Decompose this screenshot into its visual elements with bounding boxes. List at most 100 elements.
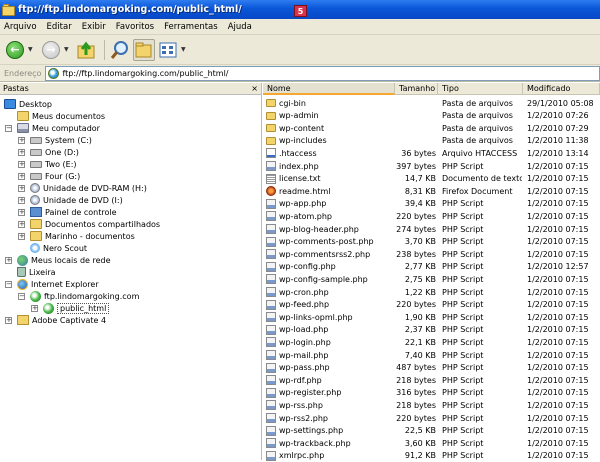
table-row[interactable]: wp-rss.php 218 bytes PHP Script 1/2/2010 07… xyxy=(263,399,600,411)
expand-toggle[interactable]: + xyxy=(5,317,12,324)
table-row[interactable]: wp-app.php 39,4 KB PHP Script 1/2/2010 07:1… xyxy=(263,198,600,210)
menu-favoritos[interactable]: Favoritos xyxy=(116,22,154,32)
table-row[interactable]: wp-content Pasta de arquivos 1/2/2010 07:2… xyxy=(263,122,600,134)
table-row[interactable]: wp-load.php 2,37 KB PHP Script 1/2/2010 07:… xyxy=(263,324,600,336)
file-name: wp-login.php xyxy=(279,337,331,347)
table-row[interactable]: .htaccess 36 bytes Arquivo HTACCESS 1/2/201… xyxy=(263,147,600,159)
tree-item-internet-explorer[interactable]: Internet Explorer xyxy=(17,278,99,290)
table-row[interactable]: wp-login.php 22,1 KB PHP Script 1/2/2010 07… xyxy=(263,336,600,348)
tree-item-nero-scout[interactable]: Nero Scout xyxy=(30,242,87,254)
tree-item-dvd-i[interactable]: Unidade de DVD (I:) xyxy=(30,194,123,206)
tree-item-system-c[interactable]: System (C:) xyxy=(30,134,92,146)
file-type: PHP Script xyxy=(442,262,484,272)
collapse-toggle[interactable]: − xyxy=(5,125,12,132)
menu-ferramentas[interactable]: Ferramentas xyxy=(164,22,218,32)
expand-toggle[interactable]: + xyxy=(18,149,25,156)
expand-toggle[interactable]: + xyxy=(18,137,25,144)
table-row[interactable]: license.txt 14,7 KB Documento de texto 1/2/… xyxy=(263,173,600,185)
table-row[interactable]: wp-config.php 2,77 KB PHP Script 1/2/2010 1… xyxy=(263,261,600,273)
views-button[interactable] xyxy=(157,39,179,61)
forward-button[interactable]: → xyxy=(40,39,62,61)
close-icon[interactable]: × xyxy=(251,84,258,93)
table-row[interactable]: wp-mail.php 7,40 KB PHP Script 1/2/2010 07:… xyxy=(263,349,600,361)
expand-toggle[interactable]: + xyxy=(18,185,25,192)
expand-toggle[interactable]: + xyxy=(31,305,38,312)
tree-item-public-html[interactable]: public_html xyxy=(43,302,110,314)
file-name: wp-register.php xyxy=(279,388,342,398)
file-name: wp-config-sample.php xyxy=(279,274,368,284)
file-type: PHP Script xyxy=(442,211,484,221)
table-row[interactable]: wp-blog-header.php 274 bytes PHP Script 1/2… xyxy=(263,223,600,235)
file-modified: 1/2/2010 07:15 xyxy=(527,350,589,360)
tree-item-marinho-documentos[interactable]: Marinho - documentos xyxy=(30,230,135,242)
file-modified: 1/2/2010 07:26 xyxy=(527,111,589,121)
folders-button[interactable] xyxy=(133,38,155,61)
menu-ajuda[interactable]: Ajuda xyxy=(228,22,252,32)
views-dropdown-icon[interactable]: ▼ xyxy=(181,46,189,53)
tree-item-painel-de-controle[interactable]: Painel de controle xyxy=(30,206,117,218)
file-size: 2,77 KB xyxy=(404,262,436,272)
menu-exibir[interactable]: Exibir xyxy=(82,22,106,32)
table-row[interactable]: wp-commentsrss2.php 238 bytes PHP Script 1/… xyxy=(263,248,600,260)
search-button[interactable] xyxy=(109,39,131,61)
table-row[interactable]: wp-pass.php 487 bytes PHP Script 1/2/2010 0… xyxy=(263,362,600,374)
tree-item-documentos-compartilhados[interactable]: Documentos compartilhados xyxy=(30,218,160,230)
column-header-modified[interactable]: Modificado xyxy=(523,83,600,95)
file-name: wp-admin xyxy=(279,111,319,121)
expand-toggle[interactable]: + xyxy=(18,209,25,216)
expand-toggle[interactable]: + xyxy=(18,221,25,228)
table-row[interactable]: wp-register.php 316 bytes PHP Script 1/2/20… xyxy=(263,387,600,399)
tree-item-desktop[interactable]: Desktop xyxy=(4,98,52,110)
table-row[interactable]: wp-admin Pasta de arquivos 1/2/2010 07:26 xyxy=(263,110,600,122)
table-row[interactable]: wp-settings.php 22,5 KB PHP Script 1/2/2010… xyxy=(263,425,600,437)
tree-item-meus-documentos[interactable]: Meus documentos xyxy=(17,110,105,122)
address-input[interactable]: ftp://ftp.lindomargoking.com/public_html… xyxy=(45,65,600,81)
expand-toggle[interactable]: + xyxy=(18,233,25,240)
tree-item-lixeira[interactable]: Lixeira xyxy=(17,266,56,278)
table-row[interactable]: cgi-bin Pasta de arquivos 29/1/2010 05:08 xyxy=(263,97,600,109)
expand-toggle[interactable]: + xyxy=(18,161,25,168)
tree-item-two-e[interactable]: Two (E:) xyxy=(30,158,77,170)
table-row[interactable]: wp-comments-post.php 3,70 KB PHP Script 1/2… xyxy=(263,236,600,248)
file-modified: 1/2/2010 12:57 xyxy=(527,262,589,272)
table-row[interactable]: wp-feed.php 220 bytes PHP Script 1/2/2010 0… xyxy=(263,299,600,311)
tree-item-four-g[interactable]: Four (G:) xyxy=(30,170,80,182)
tree-item-meus-locais-de-rede[interactable]: Meus locais de rede xyxy=(17,254,111,266)
table-row[interactable]: wp-links-opml.php 1,90 KB PHP Script 1/2/20… xyxy=(263,311,600,323)
back-button[interactable]: ← xyxy=(4,39,26,61)
tree-item-one-d[interactable]: One (D:) xyxy=(30,146,79,158)
search-icon xyxy=(110,40,128,59)
table-row[interactable]: wp-cron.php 1,22 KB PHP Script 1/2/2010 07:… xyxy=(263,286,600,298)
menu-arquivo[interactable]: Arquivo xyxy=(4,22,37,32)
file-modified: 1/2/2010 07:15 xyxy=(527,325,589,335)
tree-item-adobe-captivate-4[interactable]: Adobe Captivate 4 xyxy=(17,314,106,326)
table-row[interactable]: wp-trackback.php 3,60 KB PHP Script 1/2/201… xyxy=(263,437,600,449)
file-size: 8,31 KB xyxy=(404,186,436,196)
forward-dropdown-icon[interactable]: ▼ xyxy=(64,46,72,53)
tree-item-ftp-server[interactable]: ftp.lindomargoking.com xyxy=(30,290,139,302)
collapse-toggle[interactable]: − xyxy=(18,293,25,300)
up-button[interactable] xyxy=(76,39,98,61)
table-row[interactable]: wp-atom.php 220 bytes PHP Script 1/2/2010 0… xyxy=(263,210,600,222)
menu-editar[interactable]: Editar xyxy=(47,22,72,32)
expand-toggle[interactable]: + xyxy=(5,257,12,264)
tree-item-meu-computador[interactable]: Meu computador xyxy=(17,122,100,134)
file-size: 39,4 KB xyxy=(404,199,436,209)
table-row[interactable]: wp-includes Pasta de arquivos 1/2/2010 11:… xyxy=(263,135,600,147)
expand-toggle[interactable]: + xyxy=(18,173,25,180)
folder-icon xyxy=(266,124,276,133)
table-row[interactable]: readme.html 8,31 KB Firefox Document 1/2/20… xyxy=(263,185,600,197)
back-dropdown-icon[interactable]: ▼ xyxy=(28,46,36,53)
table-row[interactable]: wp-config-sample.php 2,75 KB PHP Script 1/2… xyxy=(263,273,600,285)
expand-toggle[interactable]: + xyxy=(18,197,25,204)
column-header-size[interactable]: Tamanho xyxy=(395,83,438,95)
table-row[interactable]: index.php 397 bytes PHP Script 1/2/2010 07:… xyxy=(263,160,600,172)
column-header-type[interactable]: Tipo xyxy=(438,83,523,95)
collapse-toggle[interactable]: − xyxy=(5,281,12,288)
table-row[interactable]: wp-rdf.php 218 bytes PHP Script 1/2/2010 07… xyxy=(263,374,600,386)
toolbar: ← ▼ → ▼ ▼ xyxy=(0,35,600,65)
tree-label: Two (E:) xyxy=(45,159,77,169)
tree-item-dvd-ram-h[interactable]: Unidade de DVD-RAM (H:) xyxy=(30,182,147,194)
column-header-name[interactable]: Nome xyxy=(263,83,395,95)
table-row[interactable]: wp-rss2.php 220 bytes PHP Script 1/2/2010 0… xyxy=(263,412,600,424)
